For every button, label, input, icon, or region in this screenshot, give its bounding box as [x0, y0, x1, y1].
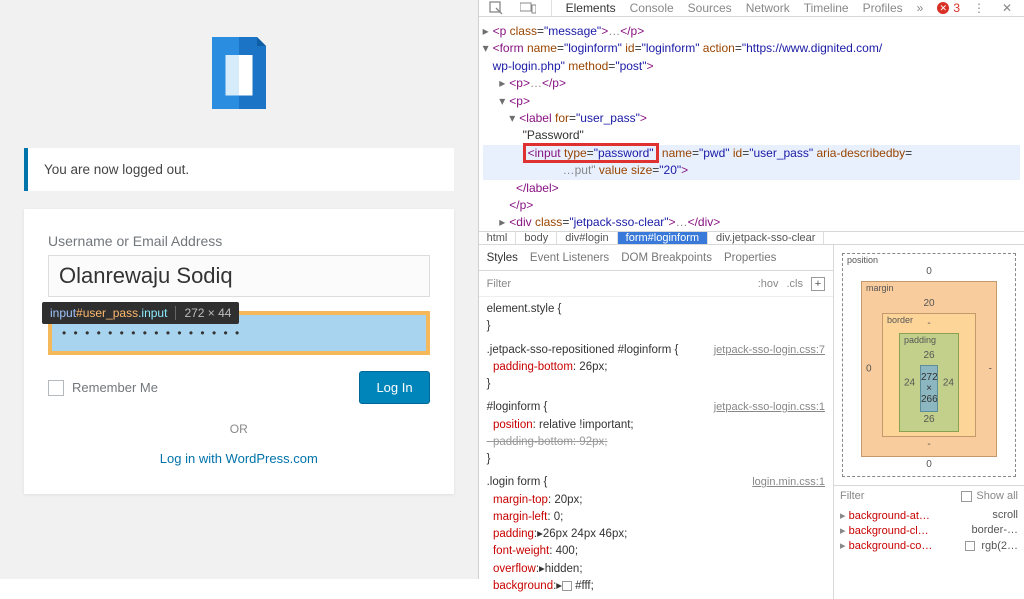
device-icon[interactable]	[519, 0, 537, 16]
tab-network[interactable]: Network	[746, 1, 790, 15]
computed-list[interactable]: background-at…scroll background-cl…borde…	[834, 506, 1024, 555]
remember-label: Remember Me	[72, 380, 158, 395]
logout-notice: You are now logged out.	[24, 148, 454, 191]
hov-toggle[interactable]: :hov	[758, 278, 779, 290]
box-model: position 0 margin 0 - 20 border - paddin…	[834, 245, 1024, 485]
crumb-body[interactable]: body	[516, 232, 557, 244]
styles-rules[interactable]: element.style { } jetpack-sso-login.css:…	[479, 297, 833, 599]
remember-checkbox[interactable]	[48, 380, 64, 396]
wordpress-sso-link[interactable]: Log in with WordPress.com	[160, 451, 318, 466]
error-badge[interactable]: ✕ 3	[937, 1, 960, 15]
computed-filter-input[interactable]: Filter	[840, 490, 864, 502]
username-input[interactable]	[48, 255, 430, 297]
tab-event-listeners[interactable]: Event Listeners	[530, 252, 609, 264]
logo-container	[0, 0, 478, 118]
crumb-jetpack[interactable]: div.jetpack-sso-clear	[708, 232, 824, 244]
inspector-tooltip: input#user_pass.input 272 × 44	[42, 302, 239, 324]
tab-elements[interactable]: Elements	[566, 1, 616, 15]
brand-logo	[194, 28, 284, 118]
inspect-icon[interactable]	[487, 0, 505, 16]
tab-sources[interactable]: Sources	[688, 1, 732, 15]
show-all-checkbox[interactable]	[961, 491, 972, 502]
error-icon: ✕	[937, 2, 949, 14]
styles-tabs: Styles Event Listeners DOM Breakpoints P…	[479, 245, 833, 271]
login-button[interactable]: Log In	[359, 371, 429, 404]
devtools-toolbar: Elements Console Sources Network Timelin…	[479, 0, 1024, 17]
tabs-overflow-icon[interactable]: »	[917, 1, 924, 15]
kebab-icon[interactable]: ⋮	[970, 0, 988, 16]
breadcrumb[interactable]: html body div#login form#loginform div.j…	[479, 231, 1024, 245]
crumb-form[interactable]: form#loginform	[618, 232, 708, 244]
tab-dom-breakpoints[interactable]: DOM Breakpoints	[621, 252, 712, 264]
tab-styles[interactable]: Styles	[487, 252, 518, 264]
remember-me[interactable]: Remember Me	[48, 380, 158, 396]
crumb-login[interactable]: div#login	[557, 232, 617, 244]
devtools-panel: Elements Console Sources Network Timelin…	[478, 0, 1024, 579]
close-icon[interactable]: ✕	[998, 0, 1016, 16]
or-divider: OR	[48, 422, 430, 436]
computed-pane: position 0 margin 0 - 20 border - paddin…	[834, 245, 1024, 599]
cls-toggle[interactable]: .cls	[787, 278, 804, 290]
show-all-label: Show all	[976, 490, 1018, 502]
password-mask: • • • • • • • • • • • • • • • •	[62, 326, 241, 340]
crumb-html[interactable]: html	[479, 232, 517, 244]
new-rule-icon[interactable]: +	[811, 277, 825, 291]
tab-properties[interactable]: Properties	[724, 252, 776, 264]
username-label: Username or Email Address	[48, 233, 430, 249]
tab-profiles[interactable]: Profiles	[863, 1, 903, 15]
tab-console[interactable]: Console	[630, 1, 674, 15]
styles-filter-input[interactable]: Filter	[487, 278, 511, 290]
dom-tree[interactable]: ▸<p class="message">…</p> ▾<form name="l…	[479, 17, 1024, 231]
styles-pane: Styles Event Listeners DOM Breakpoints P…	[479, 245, 834, 599]
login-form: Username or Email Address • • • • • • • …	[24, 209, 454, 494]
login-page: You are now logged out. Username or Emai…	[0, 0, 478, 579]
tab-timeline[interactable]: Timeline	[804, 1, 849, 15]
